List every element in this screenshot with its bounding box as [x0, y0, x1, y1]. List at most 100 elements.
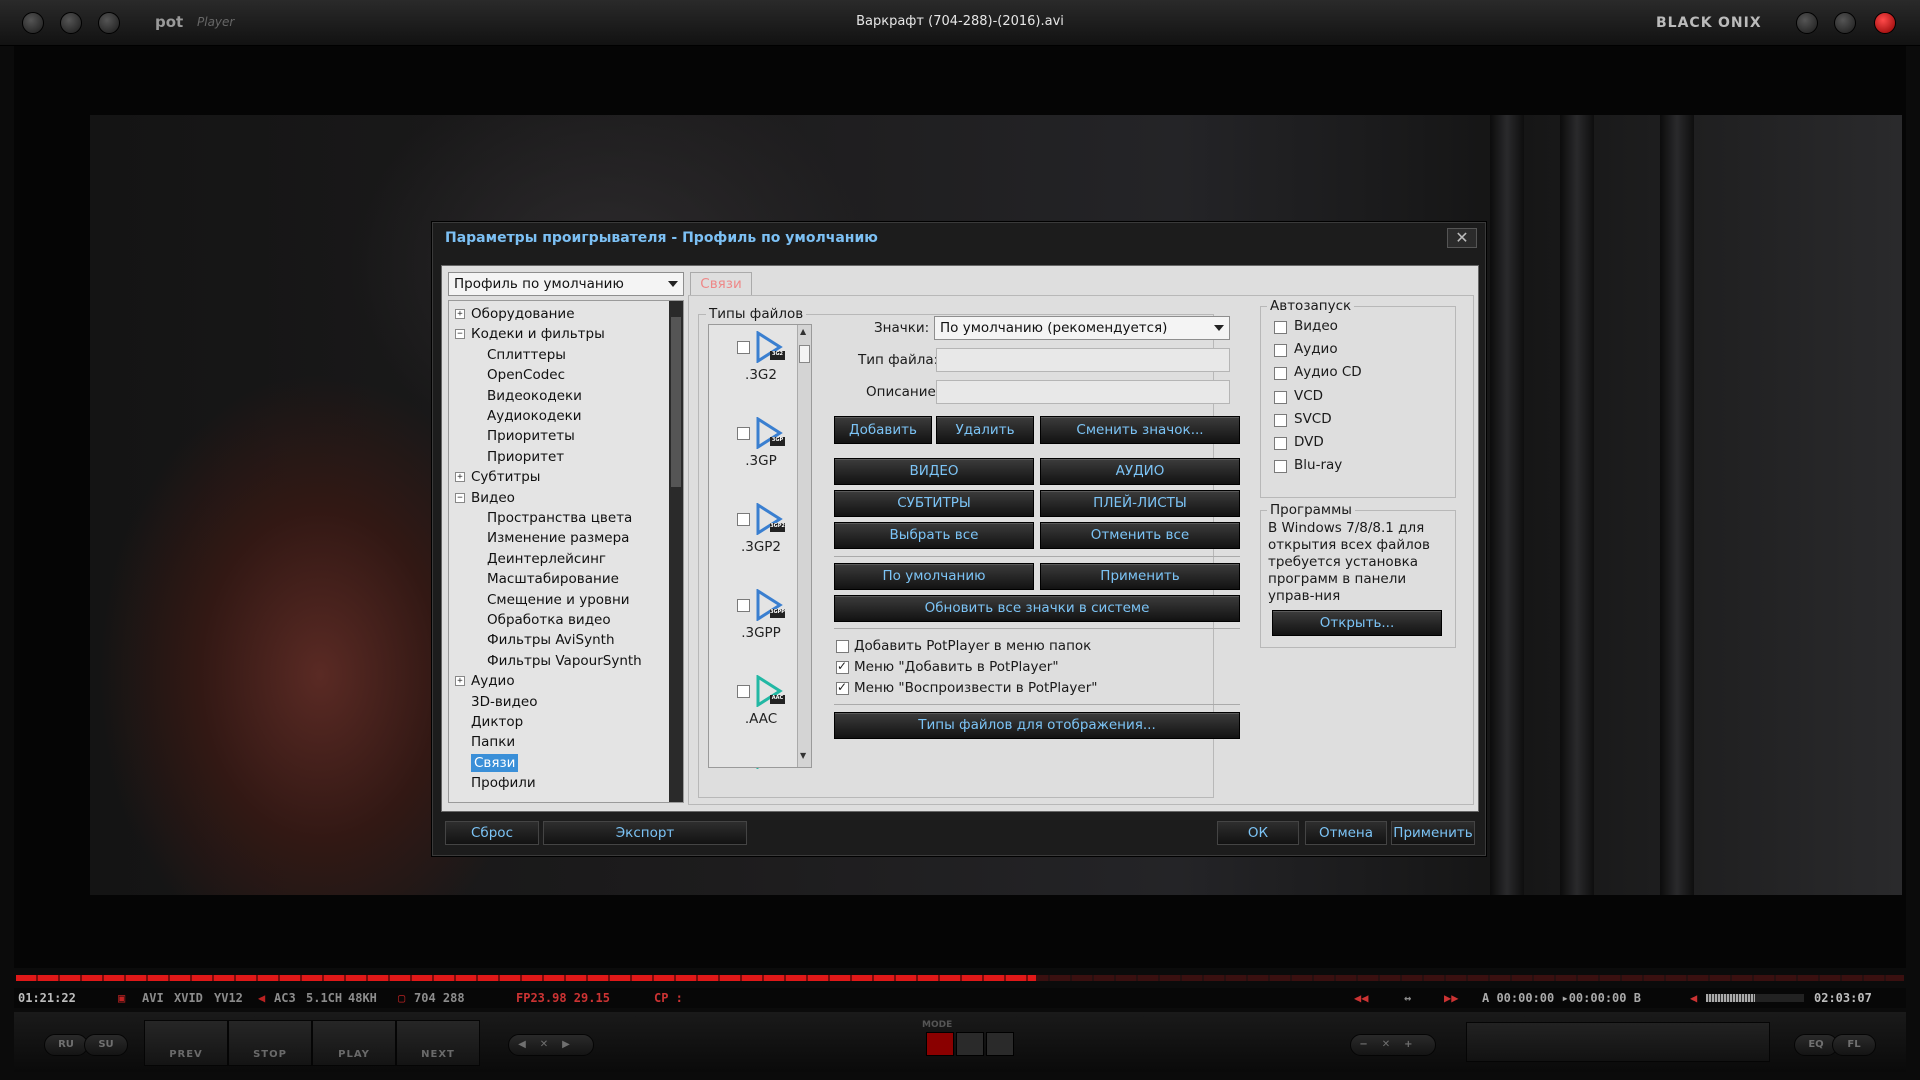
- display-file-types-button[interactable]: Типы файлов для отображения...: [834, 712, 1240, 739]
- ru-button[interactable]: RU: [44, 1034, 88, 1056]
- file-type-checkbox[interactable]: [737, 599, 750, 612]
- autorun-checkbox[interactable]: [1274, 367, 1287, 381]
- refresh-icons-button[interactable]: Обновить все значки в системе: [834, 595, 1240, 622]
- subtitles-button[interactable]: СУБТИТРЫ: [834, 490, 1034, 517]
- tree-item[interactable]: 3D-видео: [471, 693, 538, 711]
- file-type-checkbox[interactable]: [737, 685, 750, 698]
- dialog-close-button[interactable]: ✕: [1447, 228, 1477, 248]
- context-menu-checkbox[interactable]: [836, 680, 849, 695]
- tree-item[interactable]: Папки: [471, 733, 515, 751]
- file-type-checkbox[interactable]: [737, 341, 750, 354]
- icons-select[interactable]: По умолчанию (рекомендуется): [934, 316, 1230, 340]
- context-menu-checkbox[interactable]: [836, 640, 849, 653]
- ab-repeat[interactable]: A 00:00:00 ▸00:00:00 B: [1482, 991, 1641, 1005]
- autorun-checkbox[interactable]: [1274, 413, 1287, 427]
- tree-item[interactable]: Приоритет: [487, 448, 564, 466]
- tree-item[interactable]: Пространства цвета: [487, 509, 632, 527]
- cancel-button[interactable]: Отмена: [1305, 821, 1387, 845]
- autorun-checkbox[interactable]: [1274, 390, 1287, 404]
- prev-button[interactable]: PREV: [144, 1020, 228, 1066]
- collapse-icon[interactable]: −: [455, 492, 465, 503]
- close-icon[interactable]: [1874, 12, 1896, 34]
- scroll-up-icon[interactable]: ▲: [800, 327, 806, 336]
- mode-button-2[interactable]: [956, 1032, 984, 1056]
- tree-item[interactable]: Аудиокодеки: [487, 407, 582, 425]
- tree-item[interactable]: Деинтерлейсинг: [487, 550, 606, 568]
- tree-item[interactable]: Масштабирование: [487, 570, 619, 588]
- tree-item[interactable]: Оборудование: [471, 305, 575, 323]
- scroll-down-icon[interactable]: ▼: [800, 751, 806, 760]
- playlist-button[interactable]: FL: [1832, 1034, 1876, 1056]
- video-button[interactable]: ВИДЕО: [834, 458, 1034, 485]
- rewind-icon[interactable]: ◀◀: [1354, 991, 1368, 1005]
- playlists-button[interactable]: ПЛЕЙ-ЛИСТЫ: [1040, 490, 1240, 517]
- deselect-all-button[interactable]: Отменить все: [1040, 522, 1240, 549]
- tree-scrollbar-thumb[interactable]: [671, 317, 681, 487]
- current-time[interactable]: 01:21:22: [18, 991, 76, 1005]
- tab-associations[interactable]: Связи: [690, 272, 752, 296]
- forward-icon[interactable]: ▶▶: [1444, 991, 1458, 1005]
- tree-item[interactable]: Смещение и уровни: [487, 591, 630, 609]
- select-all-button[interactable]: Выбрать все: [834, 522, 1034, 549]
- tree-item[interactable]: Видеокодеки: [487, 387, 582, 405]
- description-input[interactable]: [936, 380, 1230, 404]
- tree-item[interactable]: Кодеки и фильтры: [471, 325, 605, 343]
- tree-item[interactable]: Связи: [471, 753, 519, 772]
- add-button[interactable]: Добавить: [834, 416, 932, 444]
- reset-button[interactable]: Сброс: [445, 821, 539, 845]
- apply-assoc-button[interactable]: Применить: [1040, 563, 1240, 590]
- tree-item[interactable]: Фильтры VapourSynth: [487, 652, 642, 670]
- tree-item[interactable]: Сплиттеры: [487, 346, 566, 364]
- tree-item[interactable]: Фильтры AviSynth: [487, 631, 615, 649]
- export-button[interactable]: Экспорт: [543, 821, 747, 845]
- tree-item[interactable]: Аудио: [471, 672, 515, 690]
- file-type-checkbox[interactable]: [737, 427, 750, 440]
- audio-button[interactable]: АУДИО: [1040, 458, 1240, 485]
- zoom-buttons[interactable]: −✕+: [1350, 1034, 1436, 1056]
- maximize-icon[interactable]: [1834, 12, 1856, 34]
- ok-button[interactable]: ОК: [1217, 821, 1299, 845]
- frame-step-buttons[interactable]: ◀✕▶: [508, 1034, 594, 1056]
- change-icon-button[interactable]: Сменить значок...: [1040, 416, 1240, 444]
- tool-buttons[interactable]: [1466, 1022, 1770, 1062]
- autorun-checkbox[interactable]: [1274, 437, 1287, 450]
- dialog-body: Профиль по умолчанию + Оборудование − Кодек…: [441, 265, 1479, 812]
- file-type-checkbox[interactable]: [737, 513, 750, 526]
- volume-icon[interactable]: ◀: [1690, 991, 1697, 1005]
- tree-item[interactable]: Видео: [471, 489, 515, 507]
- default-button[interactable]: По умолчанию: [834, 563, 1034, 590]
- settings-tree[interactable]: + Оборудование − Кодеки и фильтры Сплиттеры O…: [448, 300, 684, 803]
- stop-button[interactable]: STOP: [228, 1020, 312, 1066]
- minimize-icon[interactable]: [1796, 12, 1818, 34]
- delete-button[interactable]: Удалить: [936, 416, 1034, 444]
- tree-item[interactable]: Субтитры: [471, 468, 540, 486]
- open-programs-button[interactable]: Открыть...: [1272, 610, 1442, 636]
- file-list-scrollbar[interactable]: ▲ ▼: [797, 325, 811, 767]
- tree-item[interactable]: Изменение размера: [487, 529, 629, 547]
- profile-select[interactable]: Профиль по умолчанию: [448, 272, 684, 296]
- next-button[interactable]: NEXT: [396, 1020, 480, 1066]
- play-button[interactable]: PLAY: [312, 1020, 396, 1066]
- context-menu-checkbox[interactable]: [836, 659, 849, 674]
- tree-item[interactable]: Профили: [471, 774, 536, 792]
- pan-icon[interactable]: ↔: [1404, 991, 1411, 1005]
- autorun-checkbox[interactable]: [1274, 460, 1287, 474]
- file-list-scroll-thumb[interactable]: [799, 345, 810, 363]
- expand-icon[interactable]: +: [455, 676, 465, 687]
- tree-item[interactable]: OpenCodec: [487, 366, 565, 384]
- expand-icon[interactable]: +: [455, 309, 465, 319]
- apply-button[interactable]: Применить: [1391, 821, 1475, 845]
- autorun-checkbox[interactable]: [1274, 344, 1287, 358]
- mode-button-3[interactable]: [986, 1032, 1014, 1056]
- tree-item[interactable]: Обработка видео: [487, 611, 611, 629]
- tree-item[interactable]: Диктор: [471, 713, 523, 731]
- mode-button-1[interactable]: [926, 1032, 954, 1056]
- tree-item[interactable]: Приоритеты: [487, 427, 575, 445]
- file-type-input[interactable]: [936, 348, 1230, 372]
- autorun-checkbox[interactable]: [1274, 321, 1287, 334]
- file-types-list[interactable]: ▲ ▼ 3G2 .3G2 3GP .3GP 3GP2 .3GP2 3GPP .3GPP AAC.…: [708, 324, 812, 769]
- collapse-icon[interactable]: −: [455, 329, 465, 340]
- su-button[interactable]: SU: [84, 1034, 128, 1056]
- expand-icon[interactable]: +: [455, 472, 465, 483]
- tree-scrollbar[interactable]: [669, 301, 683, 802]
